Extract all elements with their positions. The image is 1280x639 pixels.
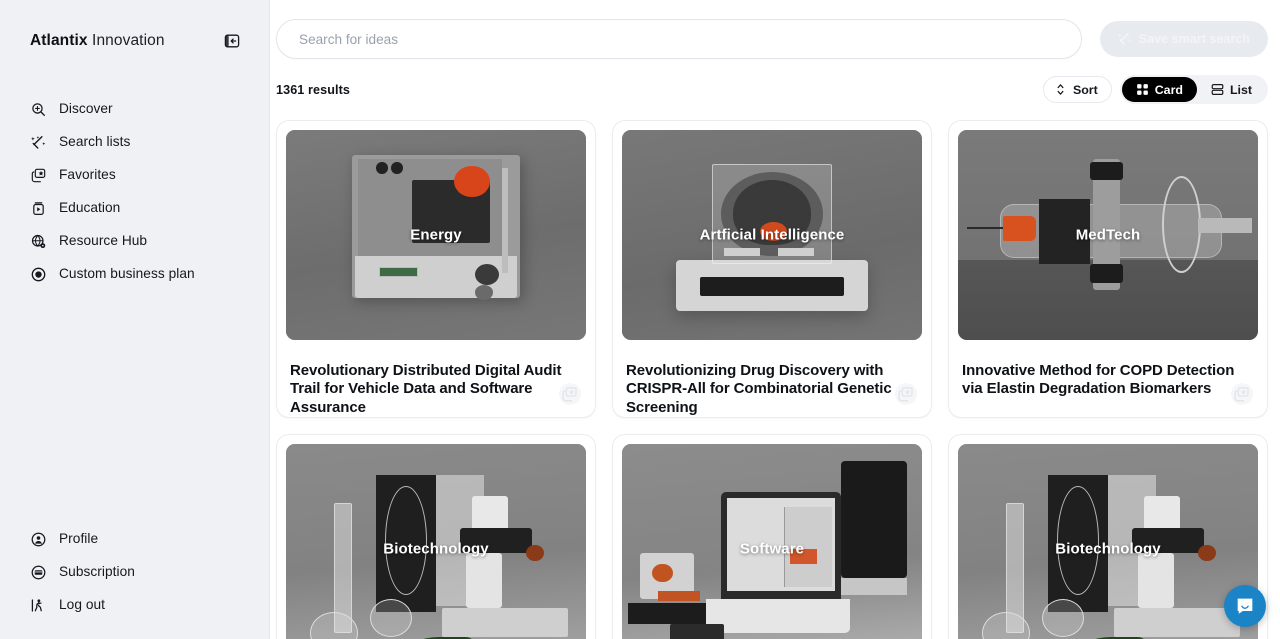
card-star-icon[interactable]	[559, 382, 581, 405]
view-toggle-list[interactable]: List	[1197, 77, 1266, 102]
target-dot-icon	[30, 266, 47, 283]
sparkle-wand-icon	[1117, 32, 1132, 46]
card-title: Revolutionary Distributed Digital Audit …	[290, 362, 562, 416]
sidebar-item-search-lists[interactable]: Search lists	[14, 129, 255, 155]
panel-collapse-icon[interactable]	[221, 30, 243, 52]
result-card[interactable]: Energy Revolutionary Distributed Digital…	[276, 120, 596, 418]
sparkle-wand-icon	[30, 134, 47, 151]
chat-bubble-icon	[1234, 595, 1256, 617]
view-controls: Sort Card List	[1042, 75, 1268, 104]
card-star-icon	[30, 167, 47, 184]
search-box[interactable]	[276, 19, 1082, 59]
card-title: Innovative Method for COPD Detection via…	[962, 362, 1235, 398]
sidebar-item-resource-hub[interactable]: Resource Hub	[14, 228, 255, 254]
search-zoom-icon	[30, 101, 47, 118]
card-circle-icon	[30, 564, 47, 581]
result-card[interactable]: MedTech Innovative Method for COPD Detec…	[948, 120, 1268, 418]
sort-updown-icon	[1054, 83, 1067, 96]
save-smart-search-button[interactable]: Save smart search	[1099, 21, 1268, 57]
sidebar-item-label: Favorites	[59, 167, 116, 183]
card-image: Artficial Intelligence	[622, 130, 922, 340]
card-image: MedTech	[958, 130, 1258, 340]
card-category-label: Energy	[410, 226, 462, 244]
sidebar: Atlantix Innovation Discover Search list…	[0, 0, 270, 639]
view-toggle-list-label: List	[1229, 82, 1252, 97]
view-toggle-group: Card List	[1119, 75, 1268, 104]
card-image: Biotechnology	[286, 443, 586, 639]
sidebar-header: Atlantix Innovation	[0, 0, 269, 52]
brand-name-bold: Atlantix	[30, 32, 88, 49]
grid-icon	[1136, 83, 1149, 96]
card-title: Revolutionizing Drug Discovery with CRIS…	[626, 362, 892, 416]
sort-button[interactable]: Sort	[1042, 76, 1112, 103]
results-toolbar: 1361 results Sort Card List	[270, 59, 1280, 104]
card-category-label: Biotechnology	[383, 540, 489, 558]
sidebar-item-custom-business-plan[interactable]: Custom business plan	[14, 261, 255, 287]
sidebar-item-label: Custom business plan	[59, 266, 195, 282]
card-category-label: MedTech	[1075, 226, 1141, 244]
sidebar-item-education[interactable]: Education	[14, 195, 255, 221]
sidebar-item-label: Search lists	[59, 134, 131, 150]
card-star-icon[interactable]	[895, 382, 917, 405]
sidebar-item-label: Log out	[59, 597, 106, 613]
card-category-label: Software	[739, 540, 805, 558]
rows-icon	[1211, 83, 1224, 96]
globe-gear-icon	[30, 233, 47, 250]
result-card[interactable]: Software	[612, 433, 932, 639]
logout-person-icon	[30, 597, 47, 614]
result-card[interactable]: Artficial Intelligence Revolutionizing D…	[612, 120, 932, 418]
card-grid: Energy Revolutionary Distributed Digital…	[270, 104, 1280, 639]
results-count: 1361 results	[276, 82, 351, 97]
sidebar-item-subscription[interactable]: Subscription	[14, 559, 255, 585]
main-content: Save smart search 1361 results Sort	[270, 0, 1280, 639]
search-input[interactable]	[297, 30, 1061, 48]
search-row: Save smart search	[270, 0, 1280, 59]
card-category-label: Biotechnology	[1055, 540, 1161, 558]
app-logo: Atlantix Innovation	[30, 32, 165, 50]
chat-launcher-button[interactable]	[1224, 585, 1266, 627]
sidebar-item-log-out[interactable]: Log out	[14, 592, 255, 618]
card-image: Biotechnology	[958, 443, 1258, 639]
save-smart-search-label: Save smart search	[1138, 32, 1250, 46]
sidebar-item-label: Education	[59, 200, 121, 216]
sidebar-item-label: Profile	[59, 531, 99, 547]
sidebar-item-label: Discover	[59, 101, 113, 117]
card-star-icon[interactable]	[1231, 382, 1253, 405]
view-toggle-card-label: Card	[1154, 82, 1183, 97]
sidebar-item-profile[interactable]: Profile	[14, 526, 255, 552]
view-toggle-card[interactable]: Card	[1121, 77, 1197, 102]
sidebar-item-label: Resource Hub	[59, 233, 148, 249]
sidebar-item-label: Subscription	[59, 564, 135, 580]
card-category-label: Artficial Intelligence	[699, 226, 845, 244]
sidebar-item-discover[interactable]: Discover	[14, 96, 255, 122]
result-card[interactable]: Biotechnology	[948, 433, 1268, 639]
sidebar-item-favorites[interactable]: Favorites	[14, 162, 255, 188]
card-image: Software	[622, 443, 922, 639]
sort-label: Sort	[1072, 82, 1098, 97]
result-card[interactable]: Biotechnology	[276, 433, 596, 639]
sidebar-nav-secondary: Profile Subscription Log out	[0, 526, 269, 639]
card-image: Energy	[286, 130, 586, 340]
user-circle-icon	[30, 531, 47, 548]
brand-name-light: Innovation	[87, 32, 165, 49]
sidebar-nav-primary: Discover Search lists Favorites Educatio…	[0, 96, 269, 294]
play-box-icon	[30, 200, 47, 217]
